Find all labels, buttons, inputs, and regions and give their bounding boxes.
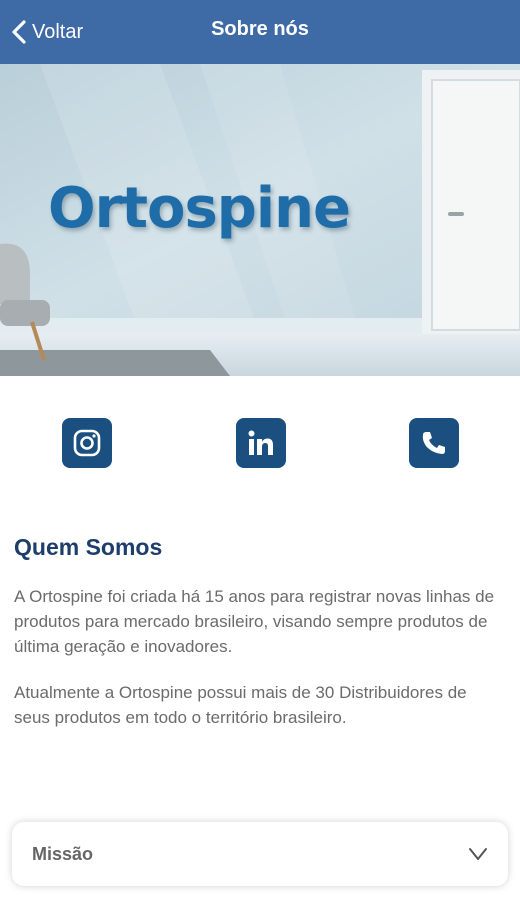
page-title: Sobre nós [211, 18, 309, 40]
instagram-icon [73, 429, 101, 457]
phone-icon [422, 432, 445, 454]
brand-logo: Ortospine [48, 176, 351, 241]
hero-image: Ortospine [0, 64, 520, 376]
about-screen: Voltar Sobre nós Ortospine Quem Somos A … [0, 0, 520, 900]
chevron-down-icon [469, 848, 487, 860]
phone-button[interactable] [409, 418, 459, 468]
mission-accordion[interactable]: Missão [12, 822, 508, 886]
accordion-label: Missão [32, 844, 94, 864]
section-title: Quem Somos [14, 534, 163, 560]
linkedin-button[interactable] [236, 418, 286, 468]
linkedin-icon [248, 430, 273, 455]
navigation-bar: Voltar Sobre nós [0, 0, 520, 64]
about-paragraph-1: A Ortospine foi criada há 15 anos para r… [14, 587, 495, 656]
social-links [0, 418, 520, 470]
about-paragraph-2: Atualmente a Ortospine possui mais de 30… [14, 683, 467, 727]
instagram-button[interactable] [62, 418, 112, 468]
